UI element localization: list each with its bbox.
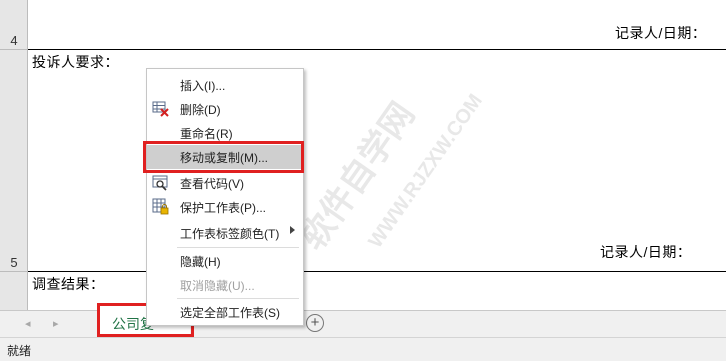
menu-item-label: 查看代码(V) — [180, 177, 244, 191]
menu-item-hide[interactable]: 隐藏(H) — [147, 249, 303, 273]
sheet-tab-context-menu: 插入(I)... 删除(D) 重命名(R) 移动或复制(M)... 查看代码(V… — [146, 68, 304, 326]
menu-item-label: 保护工作表(P)... — [180, 201, 266, 215]
row-number-4[interactable]: 4 — [0, 33, 28, 48]
menu-item-highlight-box — [143, 141, 304, 173]
menu-item-tab-color[interactable]: 工作表标签颜色(T) — [147, 221, 303, 245]
menu-item-label: 隐藏(H) — [180, 255, 221, 269]
watermark: 软件自学网 — [293, 95, 423, 258]
row-number-5[interactable]: 5 — [0, 255, 28, 270]
cell-recorder-date-2[interactable]: 记录人/日期： — [600, 242, 691, 262]
menu-item-label: 删除(D) — [180, 103, 221, 117]
row-border — [28, 271, 726, 272]
tab-nav-prev-icon[interactable]: ◂ — [25, 317, 31, 330]
menu-item-label: 工作表标签颜色(T) — [180, 227, 280, 241]
menu-item-unhide: 取消隐藏(U)... — [147, 273, 303, 297]
row-divider — [0, 271, 28, 272]
menu-item-label: 重命名(R) — [180, 127, 233, 141]
row-border — [28, 49, 726, 50]
menu-item-select-all-sheets[interactable]: 选定全部工作表(S) — [147, 300, 303, 324]
protect-sheet-icon — [152, 198, 170, 216]
status-text: 就绪 — [7, 344, 32, 358]
row-divider — [0, 49, 28, 50]
row-header-column: 4 5 — [0, 0, 28, 310]
menu-item-delete[interactable]: 删除(D) — [147, 97, 303, 121]
tab-nav-next-icon[interactable]: ▸ — [53, 317, 59, 330]
cell-investigation-result[interactable]: 调查结果： — [32, 274, 105, 294]
watermark-url: WWW.RJZXW.COM — [364, 90, 487, 253]
menu-separator — [177, 247, 299, 248]
menu-separator — [177, 298, 299, 299]
menu-item-label: 插入(I)... — [180, 79, 226, 93]
menu-item-label: 选定全部工作表(S) — [180, 306, 280, 320]
delete-sheet-icon — [152, 100, 170, 118]
add-sheet-icon[interactable]: + — [306, 314, 324, 332]
menu-item-view-code[interactable]: 查看代码(V) — [147, 171, 303, 195]
menu-item-label: 取消隐藏(U)... — [180, 279, 255, 293]
menu-item-insert[interactable]: 插入(I)... — [147, 73, 303, 97]
cell-recorder-date-1[interactable]: 记录人/日期： — [615, 23, 706, 43]
menu-item-protect-sheet[interactable]: 保护工作表(P)... — [147, 195, 303, 219]
cell-complainant-request[interactable]: 投诉人要求： — [32, 52, 119, 72]
status-bar: 就绪 — [0, 337, 726, 361]
submenu-arrow-icon — [290, 226, 295, 234]
view-code-icon — [152, 174, 170, 192]
